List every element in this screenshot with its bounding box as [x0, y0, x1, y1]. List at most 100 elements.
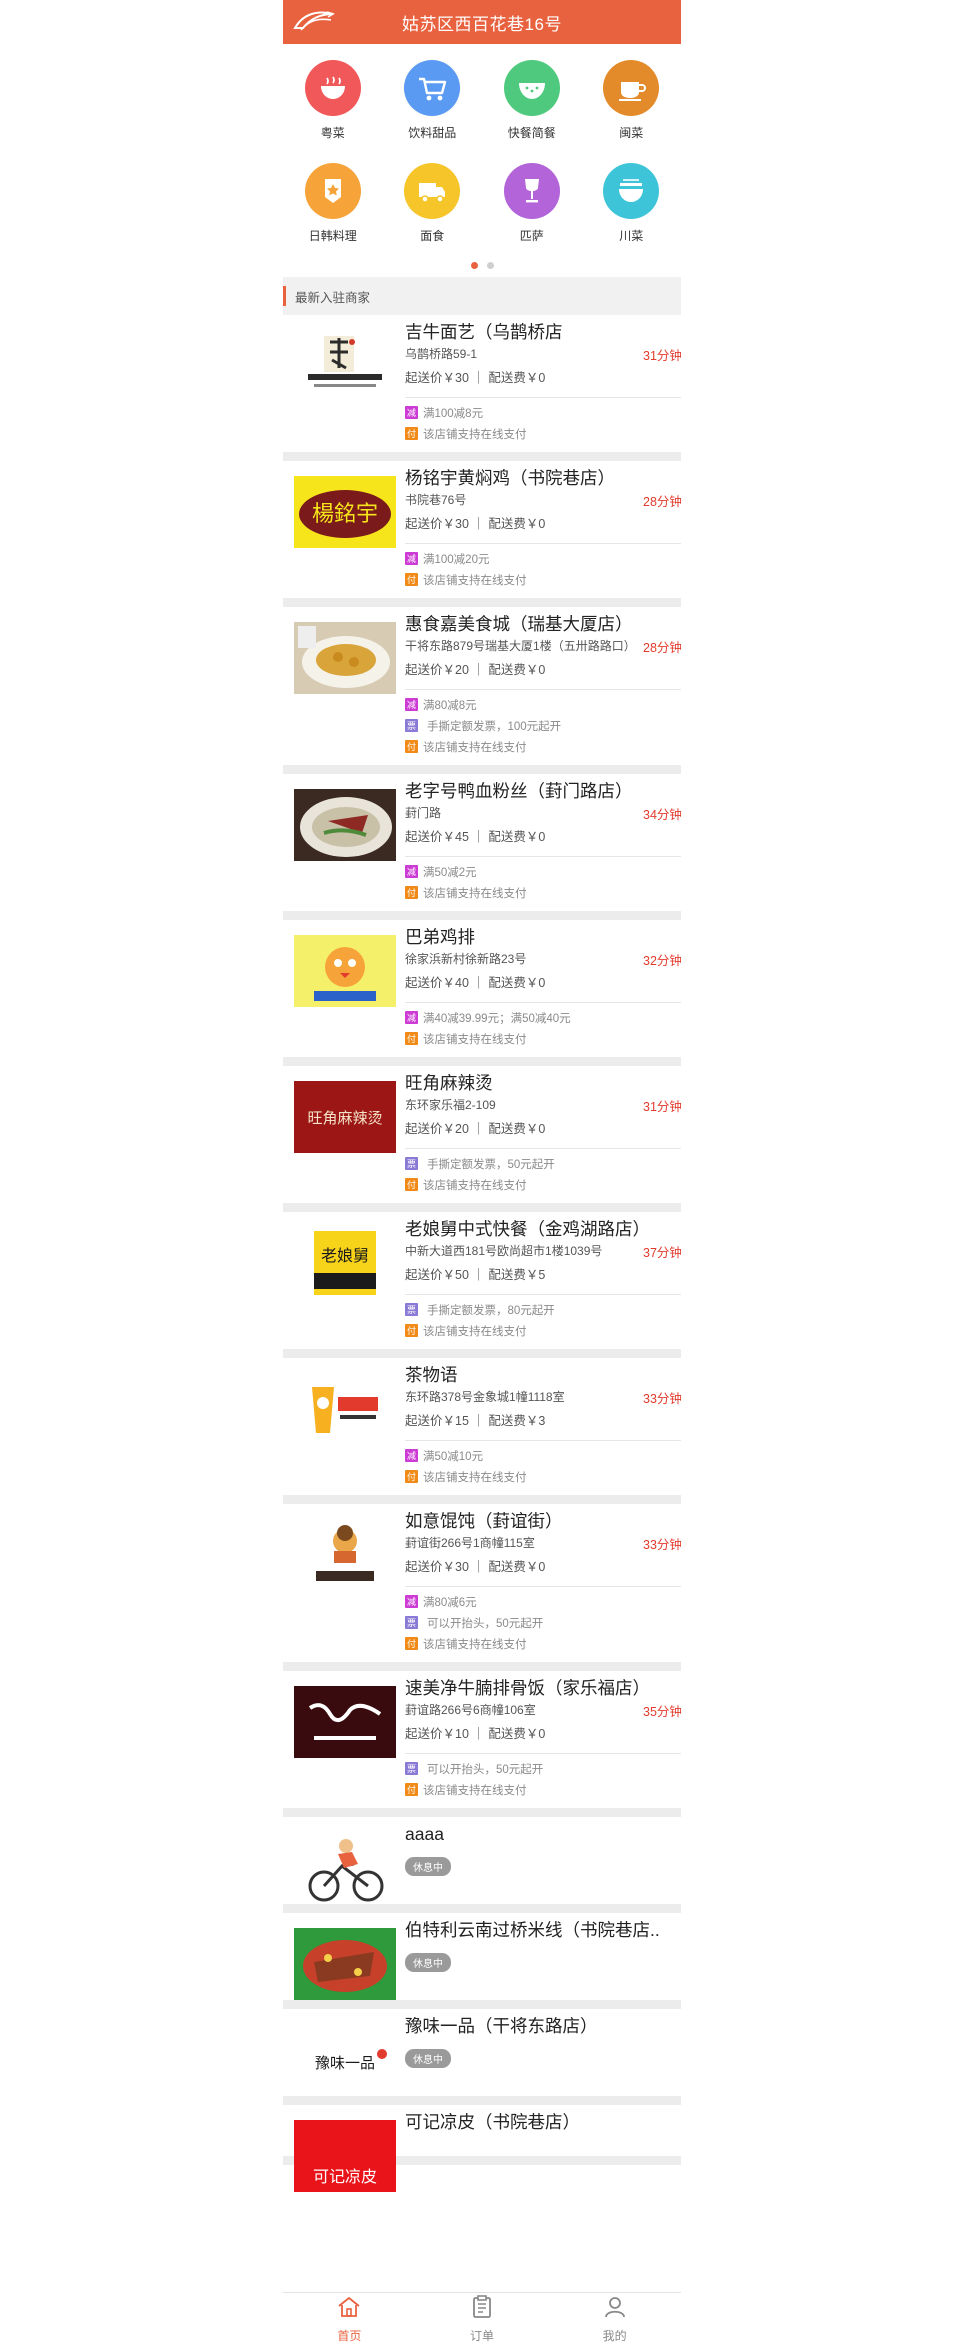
shop-info: 旺角麻辣烫 东环家乐福2-109 31分钟 起送价￥20 ｜ 配送费￥0 票手撕定额发票…: [405, 1070, 681, 1195]
category-label: 川菜: [619, 229, 644, 243]
promo-piao-icon: 票: [405, 1157, 418, 1170]
shop-info: 惠食嘉美食城（瑞基大厦店） 干将东路879号瑞基大厦1楼（五卅路路口） 28分钟 起送…: [405, 611, 681, 757]
shop-card[interactable]: 茶物语 东环路378号金象城1幢1118室 33分钟 起送价￥15 ｜ 配送费￥3 减满…: [283, 1358, 681, 1504]
promo-text: 该店铺支持在线支付: [423, 1325, 527, 1338]
separator: ｜: [468, 1268, 489, 1282]
shop-name: 茶物语: [405, 1365, 458, 1385]
delivery-fee: 配送费￥0: [488, 976, 546, 990]
delivery-time: 28分钟: [643, 641, 681, 655]
promo-fu-icon: 付: [405, 1178, 418, 1191]
shop-logo: [294, 330, 396, 402]
carousel-dot[interactable]: [486, 262, 494, 269]
shop-fees: 起送价￥30 ｜ 配送费￥0: [405, 511, 681, 537]
shop-address: 乌鹊桥路59-1: [405, 347, 478, 361]
cart-icon: [404, 60, 461, 116]
promo-fu-icon: 付: [405, 740, 418, 753]
divider: [405, 1586, 681, 1587]
category-item[interactable]: 快餐简餐: [482, 60, 582, 163]
promo-piao-icon: 票: [405, 1762, 418, 1775]
min-order: 起送价￥30: [405, 1560, 469, 1574]
delivery-time: 37分钟: [643, 1246, 681, 1260]
shop-address: 葑谊街266号1商幢115室: [405, 1536, 535, 1550]
shop-name: 如意馄饨（葑谊街）: [405, 1511, 563, 1531]
promo-row: 减满40减39.99元；满50减40元: [405, 1007, 681, 1028]
shop-card[interactable]: 速美净牛腩排骨饭（家乐福店） 葑谊路266号6商幢106室 35分钟 起送价￥10 ｜…: [283, 1671, 681, 1817]
category-item[interactable]: 川菜: [582, 163, 682, 250]
promo-list: 票手撕定额发票，50元起开付该店铺支持在线支付: [405, 1153, 681, 1195]
shop-address: 中新大道西181号欧尚超市1楼1039号: [405, 1244, 603, 1258]
divider: [405, 856, 681, 857]
nav-label: 首页: [337, 2329, 362, 2343]
shop-card[interactable]: 旺角麻辣烫 旺角麻辣烫 东环家乐福2-109 31分钟 起送价￥20 ｜ 配送费￥0 票手…: [283, 1066, 681, 1212]
nav-item[interactable]: 首页: [283, 2293, 416, 2345]
category-item[interactable]: 饮料甜品: [383, 60, 483, 163]
separator: ｜: [468, 517, 489, 531]
promo-row: 付该店铺支持在线支付: [405, 736, 681, 757]
category-label: 快餐简餐: [507, 126, 556, 140]
star-badge-icon: [304, 163, 361, 219]
delivery-time: 35分钟: [643, 1705, 681, 1719]
home-icon: [336, 2294, 362, 2325]
carousel-dots: [283, 262, 681, 272]
shop-card[interactable]: 老娘舅 老娘舅中式快餐（金鸡湖路店） 中新大道西181号欧尚超市1楼1039号 37分…: [283, 1212, 681, 1358]
shop-name: 杨铭宇黄焖鸡（书院巷店）: [405, 468, 615, 488]
promo-row: 票手撕定额发票，100元起开: [405, 715, 681, 736]
shop-card[interactable]: 巴弟鸡排 徐家浜新村徐新路23号 32分钟 起送价￥40 ｜ 配送费￥0 减满40减39…: [283, 920, 681, 1066]
min-order: 起送价￥15: [405, 1414, 469, 1428]
shop-address: 东环家乐福2-109: [405, 1098, 496, 1112]
carousel-dot[interactable]: [470, 262, 478, 269]
nav-item[interactable]: 我的: [548, 2293, 681, 2345]
category-item[interactable]: 粤菜: [283, 60, 383, 163]
shop-address: 葑谊路266号6商幢106室: [405, 1703, 536, 1717]
bird-logo-icon[interactable]: [291, 6, 337, 38]
noodle-bowl-icon: [603, 163, 660, 219]
shop-card[interactable]: 惠食嘉美食城（瑞基大厦店） 干将东路879号瑞基大厦1楼（五卅路路口） 28分钟 起送…: [283, 607, 681, 774]
shop-card[interactable]: 老字号鸭血粉丝（葑门路店） 葑门路 34分钟 起送价￥45 ｜ 配送费￥0 减满50减2…: [283, 774, 681, 920]
shop-card[interactable]: 可记凉皮 可记凉皮（书院巷店）: [283, 2105, 681, 2192]
shop-fees: 起送价￥30 ｜ 配送费￥0: [405, 365, 681, 391]
separator: ｜: [468, 976, 489, 990]
promo-text: 该店铺支持在线支付: [423, 1638, 527, 1651]
svg-text:旺角麻辣烫: 旺角麻辣烫: [307, 1109, 382, 1127]
shop-card[interactable]: 如意馄饨（葑谊街） 葑谊街266号1商幢115室 33分钟 起送价￥30 ｜ 配送费￥…: [283, 1504, 681, 1671]
promo-row: 付该店铺支持在线支付: [405, 1028, 681, 1049]
promo-piao-icon: 票: [405, 719, 418, 732]
shop-card[interactable]: 伯特利云南过桥米线（书院巷店.. 休息中: [283, 1913, 681, 2009]
category-item[interactable]: 闽菜: [582, 60, 682, 163]
page: 姑苏区西百花巷16号 粤菜 饮料甜品 快餐简餐 闽菜日韩料理 面食 匹萨 川菜 最新入驻商家…: [0, 0, 960, 2345]
promo-text: 满40减39.99元；满50减40元: [423, 1012, 571, 1025]
promo-jian-icon: 减: [405, 698, 418, 711]
shop-card[interactable]: 吉牛面艺（乌鹊桥店 乌鹊桥路59-1 31分钟 起送价￥30 ｜ 配送费￥0 减满100…: [283, 315, 681, 461]
category-item[interactable]: 面食: [383, 163, 483, 250]
category-item[interactable]: 匹萨: [482, 163, 582, 250]
location-title[interactable]: 姑苏区西百花巷16号: [402, 10, 562, 35]
delivery-time: 31分钟: [643, 1100, 681, 1114]
closed-badge: 休息中: [405, 1857, 451, 1876]
app-screen: 姑苏区西百花巷16号 粤菜 饮料甜品 快餐简餐 闽菜日韩料理 面食 匹萨 川菜 最新入驻商家…: [283, 0, 681, 2345]
delivery-fee: 配送费￥3: [488, 1414, 546, 1428]
promo-row: 减满80减6元: [405, 1591, 681, 1612]
category-label: 粤菜: [320, 126, 345, 140]
promo-row: 减满50减10元: [405, 1445, 681, 1466]
promo-text: 满100减8元: [423, 407, 484, 420]
user-icon: [602, 2294, 628, 2325]
shop-logo: [294, 789, 396, 861]
promo-text: 手撕定额发票，80元起开: [427, 1304, 555, 1317]
promo-jian-icon: 减: [405, 552, 418, 565]
shop-logo: [294, 1519, 396, 1591]
promo-text: 该店铺支持在线支付: [423, 1784, 527, 1797]
promo-fu-icon: 付: [405, 573, 418, 586]
shop-card[interactable]: 豫味一品 豫味一品（干将东路店） 休息中: [283, 2009, 681, 2105]
shop-name: 豫味一品（干将东路店）: [405, 2016, 598, 2036]
shop-logo: [294, 1686, 396, 1758]
shop-info: 杨铭宇黄焖鸡（书院巷店） 书院巷76号 28分钟 起送价￥30 ｜ 配送费￥0 减满10…: [405, 465, 681, 590]
wine-glass-icon: [503, 163, 560, 219]
nav-item[interactable]: 订单: [416, 2293, 549, 2345]
promo-row: 票可以开抬头，50元起开: [405, 1758, 681, 1779]
shop-card[interactable]: 楊銘宇 杨铭宇黄焖鸡（书院巷店） 书院巷76号 28分钟 起送价￥30 ｜ 配送费￥0 减…: [283, 461, 681, 607]
category-item[interactable]: 日韩料理: [283, 163, 383, 250]
shop-logo: [294, 622, 396, 694]
divider: [405, 1440, 681, 1441]
section-title: 最新入驻商家: [295, 290, 371, 305]
shop-card[interactable]: aaaa 休息中: [283, 1817, 681, 1913]
